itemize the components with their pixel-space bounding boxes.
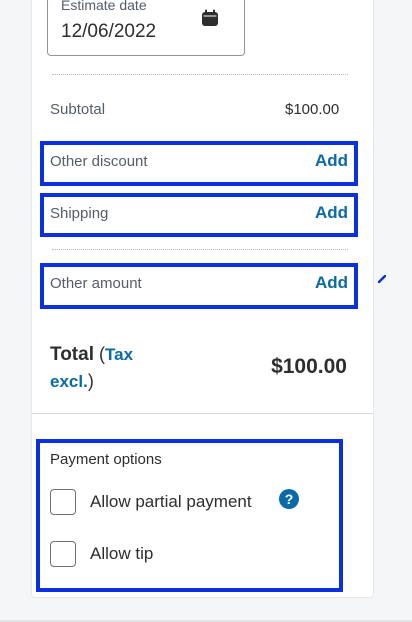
estimate-date-label: Estimate date	[61, 0, 147, 13]
dotted-divider	[52, 74, 348, 75]
total-label-block: Total (Tax excl.)	[50, 341, 160, 395]
payment-options-section: Payment options Allow partial payment ? …	[36, 439, 343, 592]
shipping-label: Shipping	[50, 205, 109, 222]
shipping-row: Shipping Add	[40, 193, 358, 237]
other-discount-row: Other discount Add	[40, 141, 358, 186]
total-amount: $100.00	[271, 355, 347, 378]
estimate-date-value[interactable]: 12/06/2022	[61, 21, 156, 43]
dotted-divider	[52, 249, 348, 250]
subtotal-label: Subtotal	[50, 101, 106, 118]
other-amount-label: Other amount	[50, 275, 142, 292]
calendar-icon[interactable]	[201, 9, 219, 27]
add-shipping-button[interactable]: Add	[315, 203, 348, 223]
help-icon[interactable]: ?	[279, 489, 299, 509]
subtotal-value: $100.00	[285, 101, 340, 118]
total-close-paren: )	[87, 371, 94, 391]
add-other-discount-button[interactable]: Add	[315, 151, 348, 171]
allow-tip-label[interactable]: Allow tip	[90, 544, 153, 564]
pen-mark-icon	[378, 275, 386, 283]
allow-partial-payment-checkbox[interactable]	[50, 489, 76, 515]
allow-tip-option[interactable]: Allow tip	[50, 541, 153, 567]
estimate-date-field[interactable]: Estimate date 12/06/2022	[47, 0, 245, 56]
allow-tip-checkbox[interactable]	[50, 541, 76, 567]
section-divider	[32, 413, 373, 414]
other-discount-label: Other discount	[50, 153, 148, 170]
other-amount-row: Other amount Add	[40, 263, 358, 309]
allow-partial-payment-label[interactable]: Allow partial payment	[90, 492, 252, 512]
payment-options-title: Payment options	[50, 451, 162, 468]
allow-partial-payment-option[interactable]: Allow partial payment	[50, 489, 252, 515]
add-other-amount-button[interactable]: Add	[315, 273, 348, 293]
total-label: Total	[50, 344, 94, 365]
